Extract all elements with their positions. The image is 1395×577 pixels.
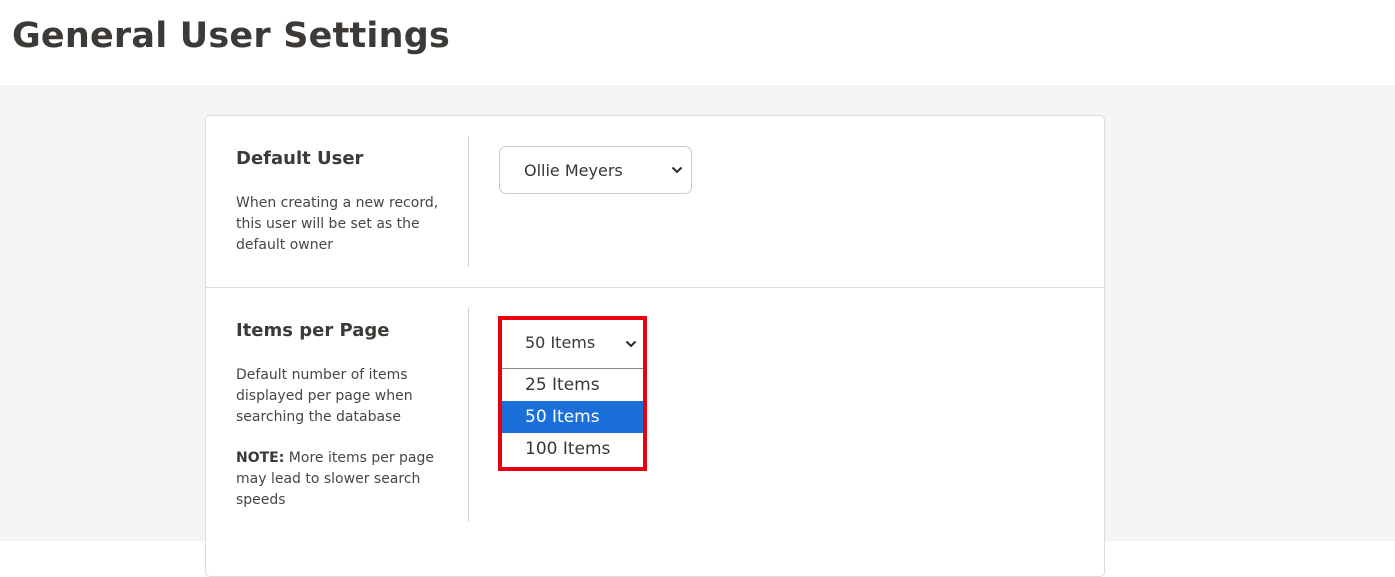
page-header: General User Settings — [0, 0, 1395, 85]
default-user-title: Default User — [236, 148, 364, 169]
column-divider — [468, 308, 469, 522]
row-divider — [206, 287, 1104, 288]
items-per-page-note: NOTE: More items per page may lead to sl… — [236, 448, 451, 511]
items-per-page-dropdown-highlight: 50 Items 25 Items 50 Items 100 Items — [498, 316, 647, 471]
note-label: NOTE: — [236, 450, 285, 466]
default-user-select-value: Ollie Meyers — [524, 161, 623, 180]
items-per-page-title: Items per Page — [236, 320, 390, 341]
chevron-down-icon — [671, 166, 683, 174]
option-25-items[interactable]: 25 Items — [502, 369, 643, 401]
settings-card: Default User When creating a new record,… — [205, 115, 1105, 577]
chevron-down-icon — [625, 340, 637, 348]
items-per-page-options-list: 25 Items 50 Items 100 Items — [502, 368, 643, 465]
page-title: General User Settings — [12, 16, 451, 56]
default-user-description: When creating a new record, this user wi… — [236, 195, 439, 253]
column-divider — [468, 136, 469, 267]
option-100-items[interactable]: 100 Items — [502, 433, 643, 465]
items-per-page-select-value: 50 Items — [525, 333, 596, 352]
items-per-page-description: Default number of items displayed per pa… — [236, 367, 413, 425]
settings-content-area: Default User When creating a new record,… — [0, 85, 1395, 577]
items-per-page-select[interactable]: 50 Items — [502, 320, 643, 368]
option-50-items[interactable]: 50 Items — [502, 401, 643, 433]
default-user-select[interactable]: Ollie Meyers — [499, 146, 692, 194]
